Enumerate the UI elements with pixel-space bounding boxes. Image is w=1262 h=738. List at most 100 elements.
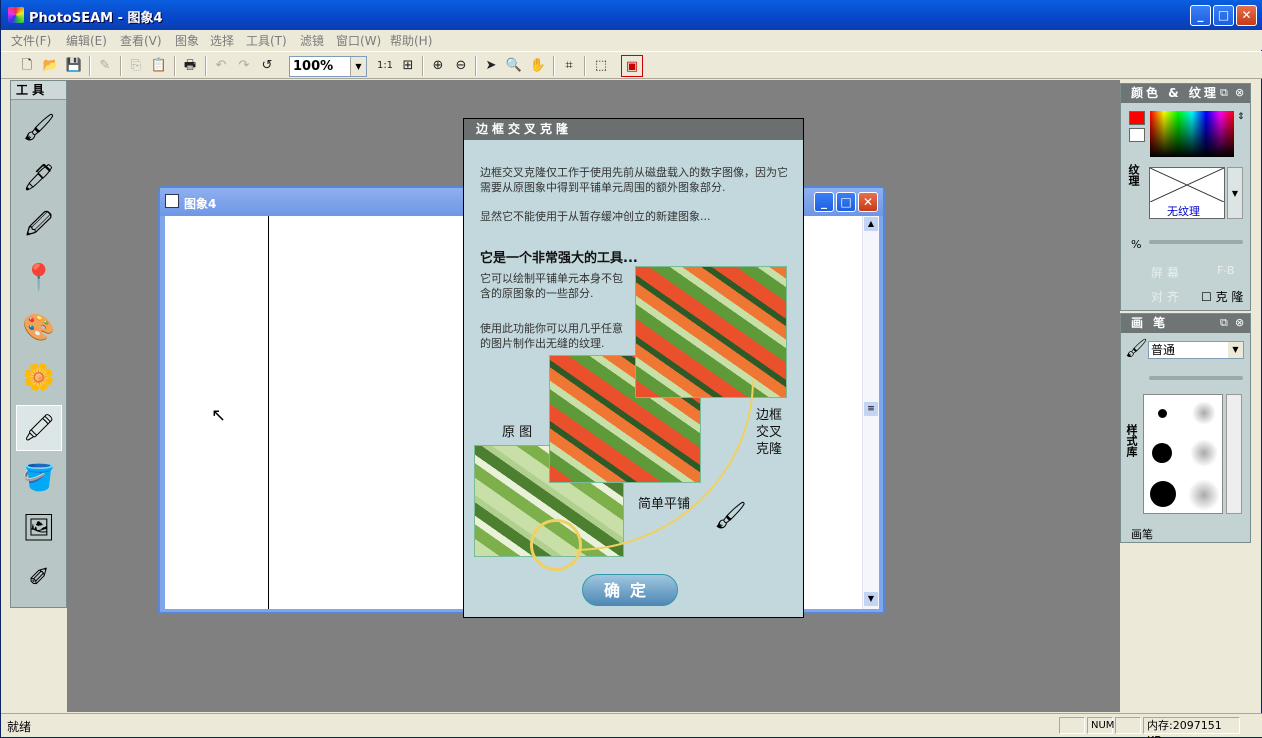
dialog-heading: 它是一个非常强大的工具... bbox=[480, 251, 638, 266]
texture-brush-tool-icon[interactable]: 🌼 bbox=[16, 355, 62, 401]
menu-window[interactable]: 窗口(W) bbox=[336, 32, 381, 49]
brush-preset-1[interactable] bbox=[1158, 409, 1167, 418]
brush-preset-4[interactable] bbox=[1190, 439, 1218, 467]
menu-image[interactable]: 图象 bbox=[175, 32, 199, 49]
brush-mode-select[interactable]: 普通 ▼ bbox=[1148, 341, 1244, 359]
airbrush-tool-icon[interactable]: 🖉 bbox=[16, 205, 62, 251]
close-button[interactable]: ✕ bbox=[1236, 5, 1257, 26]
opacity-slider[interactable] bbox=[1149, 240, 1243, 244]
border-cross-clone-dialog: 边框交叉克隆 边框交叉克隆仅工作于使用先前从磁盘载入的数字图像，因为它需要从原图… bbox=[463, 118, 804, 618]
no-texture-label: 无纹理 bbox=[1167, 205, 1200, 218]
redo-icon[interactable]: ↷ bbox=[233, 55, 255, 77]
status-bar: 就绪 NUM 内存:2097151 KB bbox=[1, 713, 1262, 738]
document-title: 图象4 bbox=[184, 197, 217, 211]
paste-icon[interactable]: 📋 bbox=[148, 55, 170, 77]
dialog-paragraph-3: 它可以绘制平铺单元本身不包含的原图象的一些部分. bbox=[480, 272, 623, 300]
texture-side-label: 纹理 bbox=[1127, 164, 1140, 186]
align-option[interactable]: 对 齐 bbox=[1151, 288, 1179, 305]
menu-filter[interactable]: 滤镜 bbox=[300, 32, 324, 49]
window-title: PhotoSEAM - 图象4 bbox=[29, 11, 163, 26]
status-box-3 bbox=[1115, 717, 1141, 734]
doc-close-button[interactable]: ✕ bbox=[858, 192, 878, 212]
clone-label: 克 隆 bbox=[1215, 290, 1244, 304]
document-icon bbox=[165, 194, 179, 208]
brush-grid-scrollbar[interactable] bbox=[1226, 394, 1242, 514]
menu-select[interactable]: 选择 bbox=[210, 32, 234, 49]
open-folder-icon[interactable]: 📂 bbox=[40, 55, 62, 77]
primary-color-swatch[interactable] bbox=[1129, 111, 1145, 125]
dialog-title: 边框交叉克隆 bbox=[464, 119, 803, 140]
zoom-select[interactable]: 100% ▼ bbox=[289, 56, 367, 77]
brush-mode-icon: 🖌 bbox=[1125, 338, 1148, 359]
tile-boundary-line bbox=[268, 216, 269, 609]
label-cross-clone: 边框交叉克隆 bbox=[756, 408, 783, 457]
app-icon bbox=[8, 7, 24, 23]
dialog-paragraph-2: 显然它不能使用于从暂存缓冲创立的新建图象... bbox=[480, 210, 711, 223]
status-box-1 bbox=[1059, 717, 1085, 734]
menu-tools[interactable]: 工具(T) bbox=[246, 32, 287, 49]
picture-tool-icon[interactable]: 🖼 bbox=[16, 505, 62, 551]
doc-minimize-button[interactable]: _ bbox=[814, 192, 834, 212]
new-file-icon[interactable]: 🗋 bbox=[16, 55, 38, 77]
color-spectrum[interactable] bbox=[1150, 111, 1234, 157]
texture-preview[interactable]: 无纹理 bbox=[1149, 167, 1225, 219]
vertical-scrollbar[interactable]: ▲ ≡ ▼ bbox=[862, 216, 879, 609]
scroll-down-icon[interactable]: ▼ bbox=[864, 592, 878, 606]
print-icon[interactable]: 🖶 bbox=[179, 55, 201, 77]
hand-icon[interactable]: ✋ bbox=[527, 55, 549, 77]
fit-window-icon[interactable]: ⊞ bbox=[397, 55, 419, 77]
panel-float-icon[interactable]: ⧉ bbox=[1220, 86, 1228, 100]
clone-checkbox[interactable]: ☐ 克 隆 bbox=[1201, 288, 1243, 305]
copy-icon[interactable]: ⎘ bbox=[125, 55, 147, 77]
brush-size-slider[interactable] bbox=[1149, 376, 1243, 380]
chevron-down-icon: ▼ bbox=[350, 57, 366, 76]
title-bar: PhotoSEAM - 图象4 _ □ ✕ bbox=[1, 0, 1262, 30]
dialog-paragraph-4: 使用此功能你可以用几乎任意的图片制作出无缝的纹理. bbox=[480, 322, 623, 350]
brush-illustration-icon: 🖌 bbox=[714, 501, 748, 531]
minimize-button[interactable]: _ bbox=[1190, 5, 1211, 26]
magnifier-icon[interactable]: 🔍 bbox=[503, 55, 525, 77]
scroll-up-icon[interactable]: ▲ bbox=[864, 217, 878, 231]
screen-option[interactable]: 屏 幕 bbox=[1151, 264, 1179, 281]
brush-panel-float-icon[interactable]: ⧉ bbox=[1220, 316, 1228, 330]
brush-panel-close-icon[interactable]: ⊗ bbox=[1235, 316, 1244, 329]
brush-preset-5[interactable] bbox=[1150, 481, 1176, 507]
pen-tool-icon[interactable]: 🖊 bbox=[16, 155, 62, 201]
menu-bar: 文件(F) 编辑(E) 查看(V) 图象 选择 工具(T) 滤镜 窗口(W) 帮… bbox=[1, 30, 1262, 50]
secondary-color-swatch[interactable] bbox=[1129, 128, 1145, 142]
menu-file[interactable]: 文件(F) bbox=[11, 32, 51, 49]
brush-tool-icon[interactable]: 🖌 bbox=[16, 105, 62, 151]
spectrum-scroll-icon[interactable]: ⇕ bbox=[1237, 112, 1245, 122]
brush-preset-6[interactable] bbox=[1188, 479, 1220, 511]
palette-tool-icon[interactable]: 🎨 bbox=[16, 305, 62, 351]
zoom-in-icon[interactable]: ⊕ bbox=[427, 55, 449, 77]
maximize-button[interactable]: □ bbox=[1213, 5, 1234, 26]
resize-icon[interactable]: ⬚ bbox=[590, 55, 612, 77]
fb-option[interactable]: F-B bbox=[1217, 264, 1234, 277]
undo-icon[interactable]: ↶ bbox=[210, 55, 232, 77]
tile-clone-tool-icon[interactable]: 🖍 bbox=[16, 405, 62, 451]
pointer-icon[interactable]: ➤ bbox=[480, 55, 502, 77]
smudge-tool-icon[interactable]: ✐ bbox=[16, 555, 62, 601]
menu-help[interactable]: 帮助(H) bbox=[390, 32, 432, 49]
actual-size-button[interactable]: 1:1 bbox=[374, 55, 396, 77]
doc-maximize-button[interactable]: □ bbox=[836, 192, 856, 212]
status-ready: 就绪 bbox=[7, 720, 32, 734]
save-icon[interactable]: 💾 bbox=[63, 55, 85, 77]
paint-bucket-tool-icon[interactable]: 🪣 bbox=[16, 455, 62, 501]
zoom-out-icon[interactable]: ⊖ bbox=[450, 55, 472, 77]
brush-preset-3[interactable] bbox=[1152, 443, 1172, 463]
repeat-icon[interactable]: ↺ bbox=[256, 55, 278, 77]
stamp-tool-icon[interactable]: 📍 bbox=[16, 255, 62, 301]
edit-icon[interactable]: ✎ bbox=[94, 55, 116, 77]
tile-frame-icon[interactable]: ▣ bbox=[621, 55, 643, 77]
menu-edit[interactable]: 编辑(E) bbox=[66, 32, 107, 49]
ok-button[interactable]: 确定 bbox=[582, 574, 678, 606]
menu-view[interactable]: 查看(V) bbox=[120, 32, 162, 49]
panel-close-icon[interactable]: ⊗ bbox=[1235, 86, 1244, 99]
brush-preset-2[interactable] bbox=[1192, 401, 1216, 425]
scroll-thumb[interactable]: ≡ bbox=[864, 402, 878, 416]
app-window: PhotoSEAM - 图象4 _ □ ✕ 文件(F) 编辑(E) 查看(V) … bbox=[0, 0, 1262, 738]
texture-dropdown-icon[interactable]: ▼ bbox=[1227, 167, 1243, 219]
crop-icon[interactable]: ⌗ bbox=[558, 55, 580, 77]
